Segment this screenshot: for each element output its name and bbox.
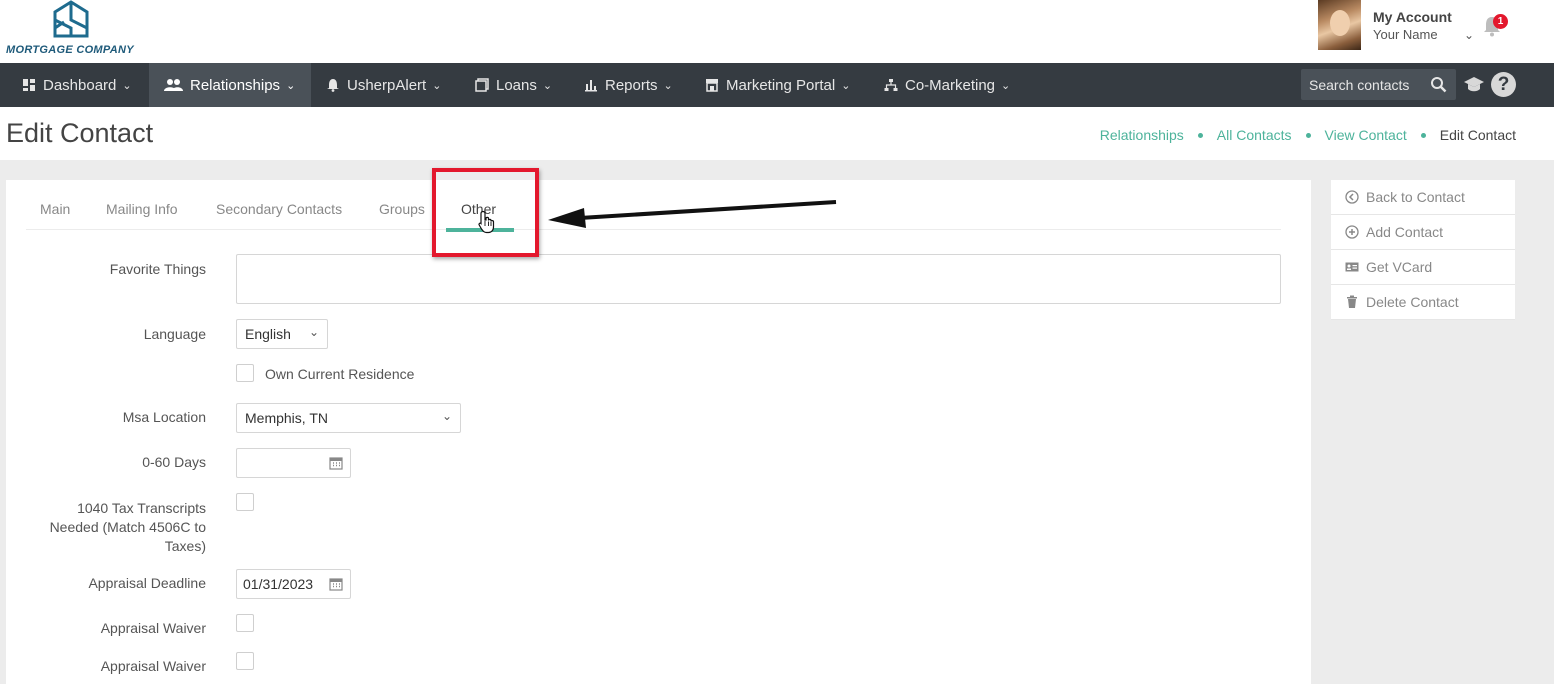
add-contact-button[interactable]: Add Contact (1331, 215, 1515, 250)
msa-location-select[interactable]: Memphis, TN ⌄ (236, 403, 461, 433)
breadcrumb-separator (1197, 132, 1203, 138)
nav-loans[interactable]: Loans ⌄ (475, 63, 552, 107)
tab-groups[interactable]: Groups (379, 201, 425, 217)
account-title[interactable]: My Account (1373, 9, 1452, 25)
language-value: English (245, 326, 291, 342)
tab-secondary-contacts[interactable]: Secondary Contacts (216, 201, 342, 217)
chevron-down-icon: ⌄ (663, 79, 673, 92)
bar-chart-icon (585, 80, 597, 92)
annotation-arrow-icon (548, 200, 837, 228)
stack-icon (475, 78, 489, 92)
appraisal-waiver-checkbox[interactable] (236, 614, 254, 632)
side-item-label: Add Contact (1366, 224, 1444, 240)
circle-arrow-left-icon (1345, 190, 1359, 204)
msa-location-value: Memphis, TN (245, 410, 328, 426)
breadcrumb: Relationships All Contacts View Contact … (1100, 127, 1516, 143)
side-item-label: Back to Contact (1366, 189, 1465, 205)
logo-text: MORTGAGE COMPANY (6, 44, 134, 56)
nav-label: Marketing Portal (726, 76, 836, 94)
nav-label: Reports (605, 76, 658, 94)
appraisal-waiver-label: Appraisal Waiver (100, 620, 206, 636)
appraisal-waiver-label-2: Appraisal Waiver (100, 658, 206, 674)
favorite-things-input[interactable] (236, 254, 1281, 304)
chevron-down-icon: ⌄ (441, 409, 452, 423)
get-vcard-button[interactable]: Get VCard (1331, 250, 1515, 285)
hand-pointer-icon (478, 210, 495, 234)
bell-icon (327, 79, 339, 92)
nav-co-marketing[interactable]: Co-Marketing ⌄ (884, 63, 1010, 107)
search-input[interactable] (1309, 75, 1429, 95)
chevron-down-icon: ⌄ (432, 79, 442, 92)
breadcrumb-relationships[interactable]: Relationships (1100, 127, 1184, 143)
id-card-icon (1345, 262, 1359, 272)
days-0-60-label: 0-60 Days (142, 454, 206, 470)
chevron-down-icon: ⌄ (286, 79, 296, 92)
breadcrumb-separator (1305, 132, 1311, 138)
nav-usherpalert[interactable]: UsherpAlert ⌄ (326, 63, 441, 107)
trash-icon (1347, 295, 1357, 308)
tax-transcripts-label-line3: Taxes) (164, 538, 206, 554)
back-to-contact-button[interactable]: Back to Contact (1331, 180, 1515, 215)
search-icon[interactable] (1430, 76, 1447, 93)
calendar-icon[interactable] (329, 577, 343, 591)
tax-transcripts-label: 1040 Tax Transcripts Needed (Match 4506C… (6, 499, 206, 556)
side-item-label: Delete Contact (1366, 294, 1459, 310)
tab-main[interactable]: Main (40, 201, 70, 217)
nav-label: Dashboard (43, 76, 117, 94)
breadcrumb-all-contacts[interactable]: All Contacts (1217, 127, 1292, 143)
appraisal-deadline-label: Appraisal Deadline (88, 575, 206, 591)
chevron-down-icon: ⌄ (122, 79, 132, 92)
notification-badge: 1 (1493, 14, 1508, 29)
title-bar: Edit Contact Relationships All Contacts … (0, 107, 1554, 160)
help-icon[interactable]: ? (1491, 72, 1516, 97)
page-title: Edit Contact (6, 118, 154, 148)
nav-reports[interactable]: Reports ⌄ (584, 63, 673, 107)
breadcrumb-edit-contact: Edit Contact (1439, 127, 1516, 143)
avatar[interactable] (1318, 0, 1361, 50)
edit-contact-form: Main Mailing Info Secondary Contacts Gro… (6, 180, 1311, 684)
top-header: MORTGAGE COMPANY My Account Your Name ⌄ … (0, 0, 1554, 63)
tab-mailing-info[interactable]: Mailing Info (106, 201, 178, 217)
delete-contact-button[interactable]: Delete Contact (1331, 285, 1515, 320)
days-0-60-date-input[interactable] (236, 448, 351, 478)
side-item-label: Get VCard (1366, 259, 1433, 275)
nav-label: Relationships (190, 76, 281, 94)
favorite-things-label: Favorite Things (109, 261, 206, 277)
msa-location-label: Msa Location (122, 409, 206, 425)
chevron-down-icon: ⌄ (1001, 79, 1011, 92)
chevron-down-icon: ⌄ (308, 325, 319, 339)
calendar-icon[interactable] (329, 456, 343, 470)
logo-house-icon (53, 0, 89, 38)
graduation-cap-icon[interactable] (1463, 75, 1485, 93)
nav-label: Loans (496, 76, 537, 94)
nav-label: Co-Marketing (905, 76, 996, 94)
appraisal-waiver-checkbox-2[interactable] (236, 652, 254, 670)
contact-actions-menu: Back to Contact Add Contact Get VCard De… (1331, 180, 1515, 320)
nav-label: UsherpAlert (347, 76, 427, 94)
nav-relationships[interactable]: Relationships ⌄ (149, 63, 311, 107)
chevron-down-icon: ⌄ (841, 79, 851, 92)
tax-transcripts-label-line1: 1040 Tax Transcripts (77, 500, 206, 516)
breadcrumb-view-contact[interactable]: View Contact (1325, 127, 1407, 143)
tax-transcripts-label-line2: Needed (Match 4506C to (49, 519, 206, 535)
chevron-down-icon: ⌄ (542, 79, 553, 92)
appraisal-deadline-date-input[interactable]: 01/31/2023 (236, 569, 351, 599)
chevron-down-icon[interactable]: ⌄ (1464, 28, 1474, 42)
circle-plus-icon (1345, 225, 1359, 239)
language-label: Language (143, 326, 206, 342)
own-residence-checkbox[interactable] (236, 364, 254, 382)
breadcrumb-separator (1420, 132, 1426, 138)
nav-dashboard[interactable]: Dashboard ⌄ (22, 63, 132, 107)
appraisal-deadline-value: 01/31/2023 (243, 576, 314, 592)
dashboard-icon (23, 79, 35, 91)
company-logo[interactable]: MORTGAGE COMPANY (6, 0, 136, 60)
language-select[interactable]: English ⌄ (236, 319, 328, 349)
users-icon (164, 79, 183, 91)
own-residence-label: Own Current Residence (265, 366, 415, 382)
sitemap-icon (884, 79, 898, 91)
tax-transcripts-checkbox[interactable] (236, 493, 254, 511)
nav-marketing-portal[interactable]: Marketing Portal ⌄ (705, 63, 850, 107)
account-name[interactable]: Your Name (1373, 27, 1438, 42)
storefront-icon (706, 79, 718, 92)
